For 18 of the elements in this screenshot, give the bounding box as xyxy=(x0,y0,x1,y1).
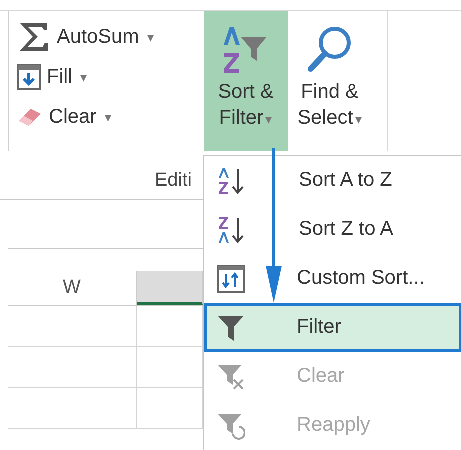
custom-sort-icon xyxy=(217,264,245,292)
ribbon-button[interactable]: Clear ▾ xyxy=(17,99,204,135)
ribbon-button[interactable]: Fill ▾ xyxy=(17,59,204,95)
group-label: Editi xyxy=(155,170,192,192)
eraser-icon xyxy=(17,106,43,128)
clear-filter-icon xyxy=(217,362,245,390)
column-header[interactable] xyxy=(137,271,203,305)
ribbon-button[interactable]: Sort & Filter▾ xyxy=(204,11,288,151)
ribbon-button[interactable]: AutoSum ▾ xyxy=(17,19,204,55)
fill-down-icon xyxy=(17,64,41,90)
sigma-icon xyxy=(17,21,51,53)
menu-item[interactable]: Filter xyxy=(204,303,461,352)
menu-item[interactable]: Sort A to Z xyxy=(204,156,461,205)
reapply-filter-icon xyxy=(217,412,245,440)
ribbon-button[interactable]: Find & Select▾ xyxy=(288,11,372,151)
menu-item[interactable]: Sort Z to A xyxy=(204,205,461,254)
menu-item[interactable]: Custom Sort... xyxy=(204,254,461,303)
filter-icon xyxy=(217,314,245,342)
